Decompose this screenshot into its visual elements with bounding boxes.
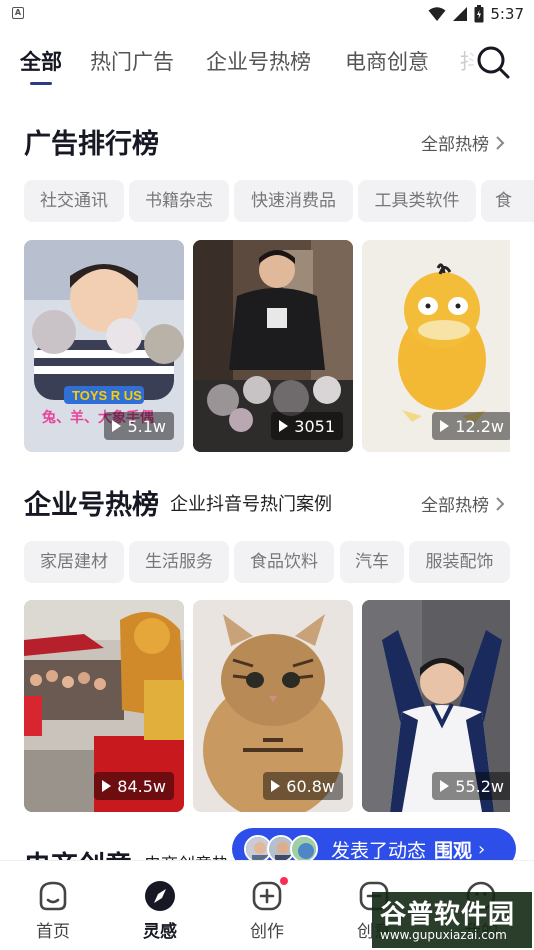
play-icon: [102, 780, 112, 792]
video-card[interactable]: TOYS R US 兔、羊、大象手偶 5.1w: [24, 240, 184, 452]
nav-label: 首页: [36, 922, 70, 942]
status-bar: A 5:37: [0, 0, 534, 28]
play-icon: [440, 420, 450, 432]
tab-ecommerce-creative[interactable]: 电商创意: [345, 46, 429, 76]
avatar: [290, 835, 318, 863]
enterprise-ranking-subtitle: 企业抖音号热门案例: [170, 494, 332, 515]
view-count: 3051: [294, 416, 335, 436]
view-count: 12.2w: [455, 416, 504, 436]
chevron-right-icon: [496, 496, 505, 511]
nav-inspiration[interactable]: 灵感: [125, 879, 195, 949]
all-link-label: 全部热榜: [421, 135, 489, 155]
chip-life-services[interactable]: 生活服务: [129, 541, 229, 583]
play-icon: [279, 420, 289, 432]
ad-ranking-title: 广告排行榜: [24, 129, 159, 160]
tab-enterprise-ranking[interactable]: 企业号热榜: [206, 46, 311, 76]
search-button[interactable]: [474, 42, 514, 82]
chip-food[interactable]: 食: [481, 180, 534, 222]
all-link-label: 全部热榜: [421, 496, 489, 516]
clock: 5:37: [490, 5, 524, 23]
chip-books[interactable]: 书籍杂志: [129, 180, 229, 222]
toast-message: 发表了动态: [331, 839, 427, 862]
video-card[interactable]: 84.5w: [24, 600, 184, 812]
video-card[interactable]: 3051: [193, 240, 353, 452]
enterprise-video-row: 84.5w 60.8w 55.2w: [24, 600, 510, 812]
nav-label: 创作: [250, 922, 284, 942]
view-count-badge: 55.2w: [432, 772, 510, 800]
play-icon: [271, 780, 281, 792]
status-indicators: 5:37: [428, 4, 524, 24]
chevron-right-icon: ›: [478, 838, 486, 860]
home-face-icon: [36, 879, 70, 913]
ad-video-row: TOYS R US 兔、羊、大象手偶 5.1w 3051 12.2w: [24, 240, 510, 452]
toast-watch-link[interactable]: 围观: [434, 836, 472, 863]
watermark-title: 谷普软件园: [380, 900, 516, 930]
nav-create[interactable]: 创作: [232, 877, 302, 949]
notification-dot: [280, 877, 288, 885]
tab-all[interactable]: 全部: [20, 46, 62, 76]
video-card[interactable]: 55.2w: [362, 600, 510, 812]
view-count: 5.1w: [127, 416, 166, 436]
enterprise-category-chips: 家居建材 生活服务 食品饮料 汽车 服装配饰: [24, 541, 534, 583]
enterprise-ranking-title: 企业号热榜: [24, 490, 159, 521]
play-icon: [440, 780, 450, 792]
video-card[interactable]: 12.2w: [362, 240, 510, 452]
view-count-badge: 60.8w: [263, 772, 343, 800]
chip-social[interactable]: 社交通讯: [24, 180, 124, 222]
wifi-icon: [428, 7, 446, 21]
ad-ranking-all-link[interactable]: 全部热榜: [421, 130, 505, 155]
search-icon: [477, 46, 510, 79]
chip-apparel[interactable]: 服装配饰: [409, 541, 510, 583]
active-tab-indicator: [30, 82, 52, 85]
tab-hot-ads[interactable]: 热门广告: [90, 46, 174, 76]
compass-icon: [143, 879, 177, 913]
chip-tools[interactable]: 工具类软件: [358, 180, 476, 222]
ad-category-chips: 社交通讯 书籍杂志 快速消费品 工具类软件 食: [24, 180, 534, 222]
chip-home-building[interactable]: 家居建材: [24, 541, 124, 583]
view-count: 60.8w: [286, 776, 335, 796]
category-tabs: 全部 热门广告 企业号热榜 电商创意 抖: [0, 38, 534, 88]
chip-auto[interactable]: 汽车: [340, 541, 404, 583]
enterprise-ranking-all-link[interactable]: 全部热榜: [421, 491, 505, 516]
nav-home[interactable]: 首页: [18, 879, 88, 949]
create-plus-icon: [250, 877, 288, 913]
chip-food-beverage[interactable]: 食品饮料: [234, 541, 334, 583]
battery-icon: [474, 5, 484, 23]
view-count-badge: 3051: [271, 412, 343, 440]
chip-fmcg[interactable]: 快速消费品: [234, 180, 353, 222]
app-notification-icon: A: [12, 7, 24, 19]
watermark: 谷普软件园 www.gupuxiazai.com: [372, 892, 532, 948]
svg-text:TOYS R US: TOYS R US: [72, 388, 142, 403]
video-card[interactable]: 60.8w: [193, 600, 353, 812]
chevron-right-icon: [496, 135, 505, 150]
nav-label: 灵感: [143, 922, 177, 942]
view-count: 55.2w: [455, 776, 504, 796]
signal-icon: [453, 7, 468, 21]
view-count-badge: 84.5w: [94, 772, 174, 800]
watermark-url: www.gupuxiazai.com: [380, 928, 507, 942]
view-count-badge: 5.1w: [104, 412, 174, 440]
view-count-badge: 12.2w: [432, 412, 510, 440]
play-icon: [112, 420, 122, 432]
avatar-stack: [244, 835, 318, 863]
view-count: 84.5w: [117, 776, 166, 796]
